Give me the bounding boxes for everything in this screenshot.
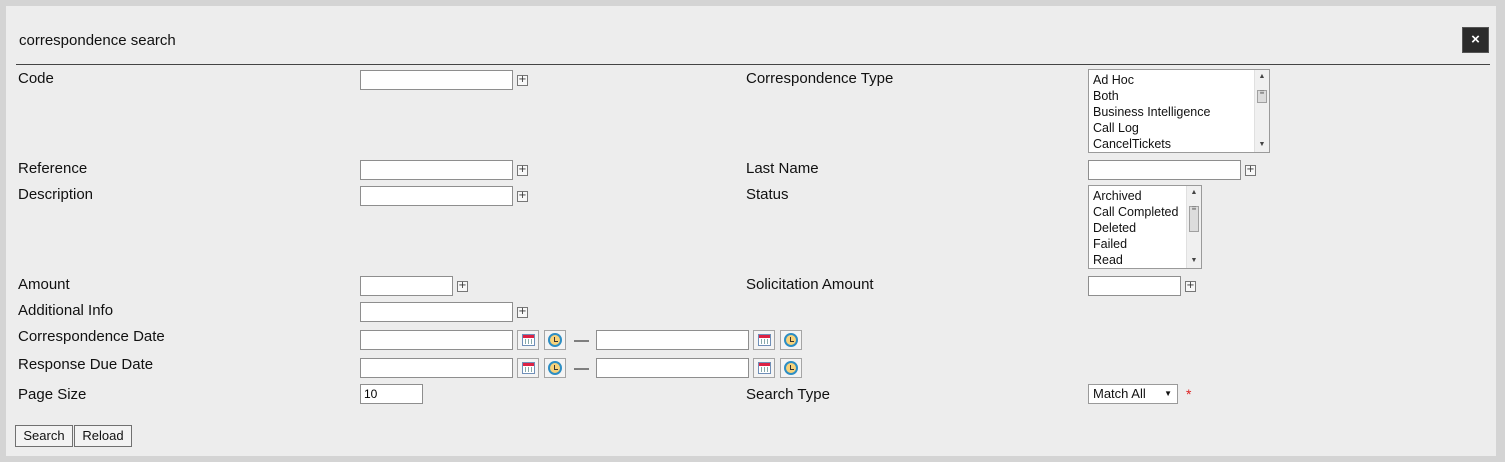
status-label: Status: [746, 186, 789, 203]
solicitation-amount-expand-icon[interactable]: +: [1185, 281, 1196, 292]
clock-icon: [548, 361, 562, 375]
scroll-thumb[interactable]: ≡: [1257, 89, 1267, 103]
dialog-title: correspondence search: [19, 32, 176, 49]
scroll-down-icon[interactable]: ▼: [1255, 138, 1269, 152]
list-item[interactable]: Business Intelligence: [1089, 104, 1269, 120]
amount-label: Amount: [18, 276, 70, 293]
search-button[interactable]: Search: [15, 425, 73, 447]
code-label: Code: [18, 70, 54, 87]
solicitation-amount-input[interactable]: [1088, 276, 1181, 296]
search-type-value: Match All: [1093, 386, 1146, 401]
correspondence-type-label: Correspondence Type: [746, 70, 894, 87]
date-range-separator: —: [574, 360, 589, 377]
status-listbox[interactable]: Archived Call Completed Deleted Failed R…: [1088, 185, 1202, 269]
required-marker: *: [1186, 386, 1192, 402]
list-item[interactable]: Ad Hoc: [1089, 72, 1269, 88]
code-input[interactable]: [360, 70, 513, 90]
correspondence-date-from-input[interactable]: [360, 330, 513, 350]
reference-input[interactable]: [360, 160, 513, 180]
clock-icon: [784, 333, 798, 347]
scroll-up-icon[interactable]: ▲: [1187, 186, 1201, 200]
response-due-date-to-input[interactable]: [596, 358, 749, 378]
additional-info-label: Additional Info: [18, 302, 114, 319]
calendar-button[interactable]: [517, 358, 539, 378]
page-size-input[interactable]: [360, 384, 423, 404]
clock-icon: [784, 361, 798, 375]
clock-button[interactable]: [780, 330, 802, 350]
amount-input[interactable]: [360, 276, 453, 296]
correspondence-date-to-input[interactable]: [596, 330, 749, 350]
calendar-button[interactable]: [753, 358, 775, 378]
chevron-down-icon: ▼: [1164, 389, 1172, 398]
description-expand-icon[interactable]: +: [517, 191, 528, 202]
clock-button[interactable]: [780, 358, 802, 378]
correspondence-type-listbox[interactable]: Ad Hoc Both Business Intelligence Call L…: [1088, 69, 1270, 153]
list-item[interactable]: Archived: [1089, 188, 1201, 204]
additional-info-expand-icon[interactable]: +: [517, 307, 528, 318]
scroll-up-icon[interactable]: ▲: [1255, 70, 1269, 84]
list-item[interactable]: Call Completed: [1089, 204, 1201, 220]
scroll-down-icon[interactable]: ▼: [1187, 254, 1201, 268]
correspondence-date-label: Correspondence Date: [18, 328, 165, 345]
search-type-label: Search Type: [746, 386, 830, 403]
calendar-icon: [758, 362, 771, 374]
close-button[interactable]: ×: [1462, 27, 1489, 53]
description-label: Description: [18, 186, 94, 203]
date-range-separator: —: [574, 332, 589, 349]
calendar-icon: [758, 334, 771, 346]
list-item[interactable]: Failed: [1089, 236, 1201, 252]
list-item[interactable]: Both: [1089, 88, 1269, 104]
reference-label: Reference: [18, 160, 88, 177]
last-name-input[interactable]: [1088, 160, 1241, 180]
response-due-date-label: Response Due Date: [18, 356, 154, 373]
list-item[interactable]: Deleted: [1089, 220, 1201, 236]
clock-button[interactable]: [544, 330, 566, 350]
list-item[interactable]: Call Log: [1089, 120, 1269, 136]
search-type-select[interactable]: Match All ▼: [1088, 384, 1178, 404]
calendar-button[interactable]: [517, 330, 539, 350]
reload-button[interactable]: Reload: [74, 425, 132, 447]
list-item[interactable]: Read: [1089, 252, 1201, 268]
page-size-label: Page Size: [18, 386, 87, 403]
last-name-expand-icon[interactable]: +: [1245, 165, 1256, 176]
list-item[interactable]: CancelTickets: [1089, 136, 1269, 152]
code-expand-icon[interactable]: +: [517, 75, 528, 86]
clock-button[interactable]: [544, 358, 566, 378]
scrollbar[interactable]: ▲ ≡ ▼: [1254, 70, 1269, 152]
response-due-date-from-input[interactable]: [360, 358, 513, 378]
description-input[interactable]: [360, 186, 513, 206]
last-name-label: Last Name: [746, 160, 819, 177]
title-divider: [16, 64, 1490, 65]
amount-expand-icon[interactable]: +: [457, 281, 468, 292]
scroll-thumb[interactable]: ≡: [1189, 205, 1199, 232]
clock-icon: [548, 333, 562, 347]
reference-expand-icon[interactable]: +: [517, 165, 528, 176]
solicitation-amount-label: Solicitation Amount: [746, 276, 874, 293]
calendar-button[interactable]: [753, 330, 775, 350]
calendar-icon: [522, 362, 535, 374]
scrollbar[interactable]: ▲ ≡ ▼: [1186, 186, 1201, 268]
additional-info-input[interactable]: [360, 302, 513, 322]
calendar-icon: [522, 334, 535, 346]
search-dialog: correspondence search × Code + Correspon…: [6, 6, 1496, 456]
